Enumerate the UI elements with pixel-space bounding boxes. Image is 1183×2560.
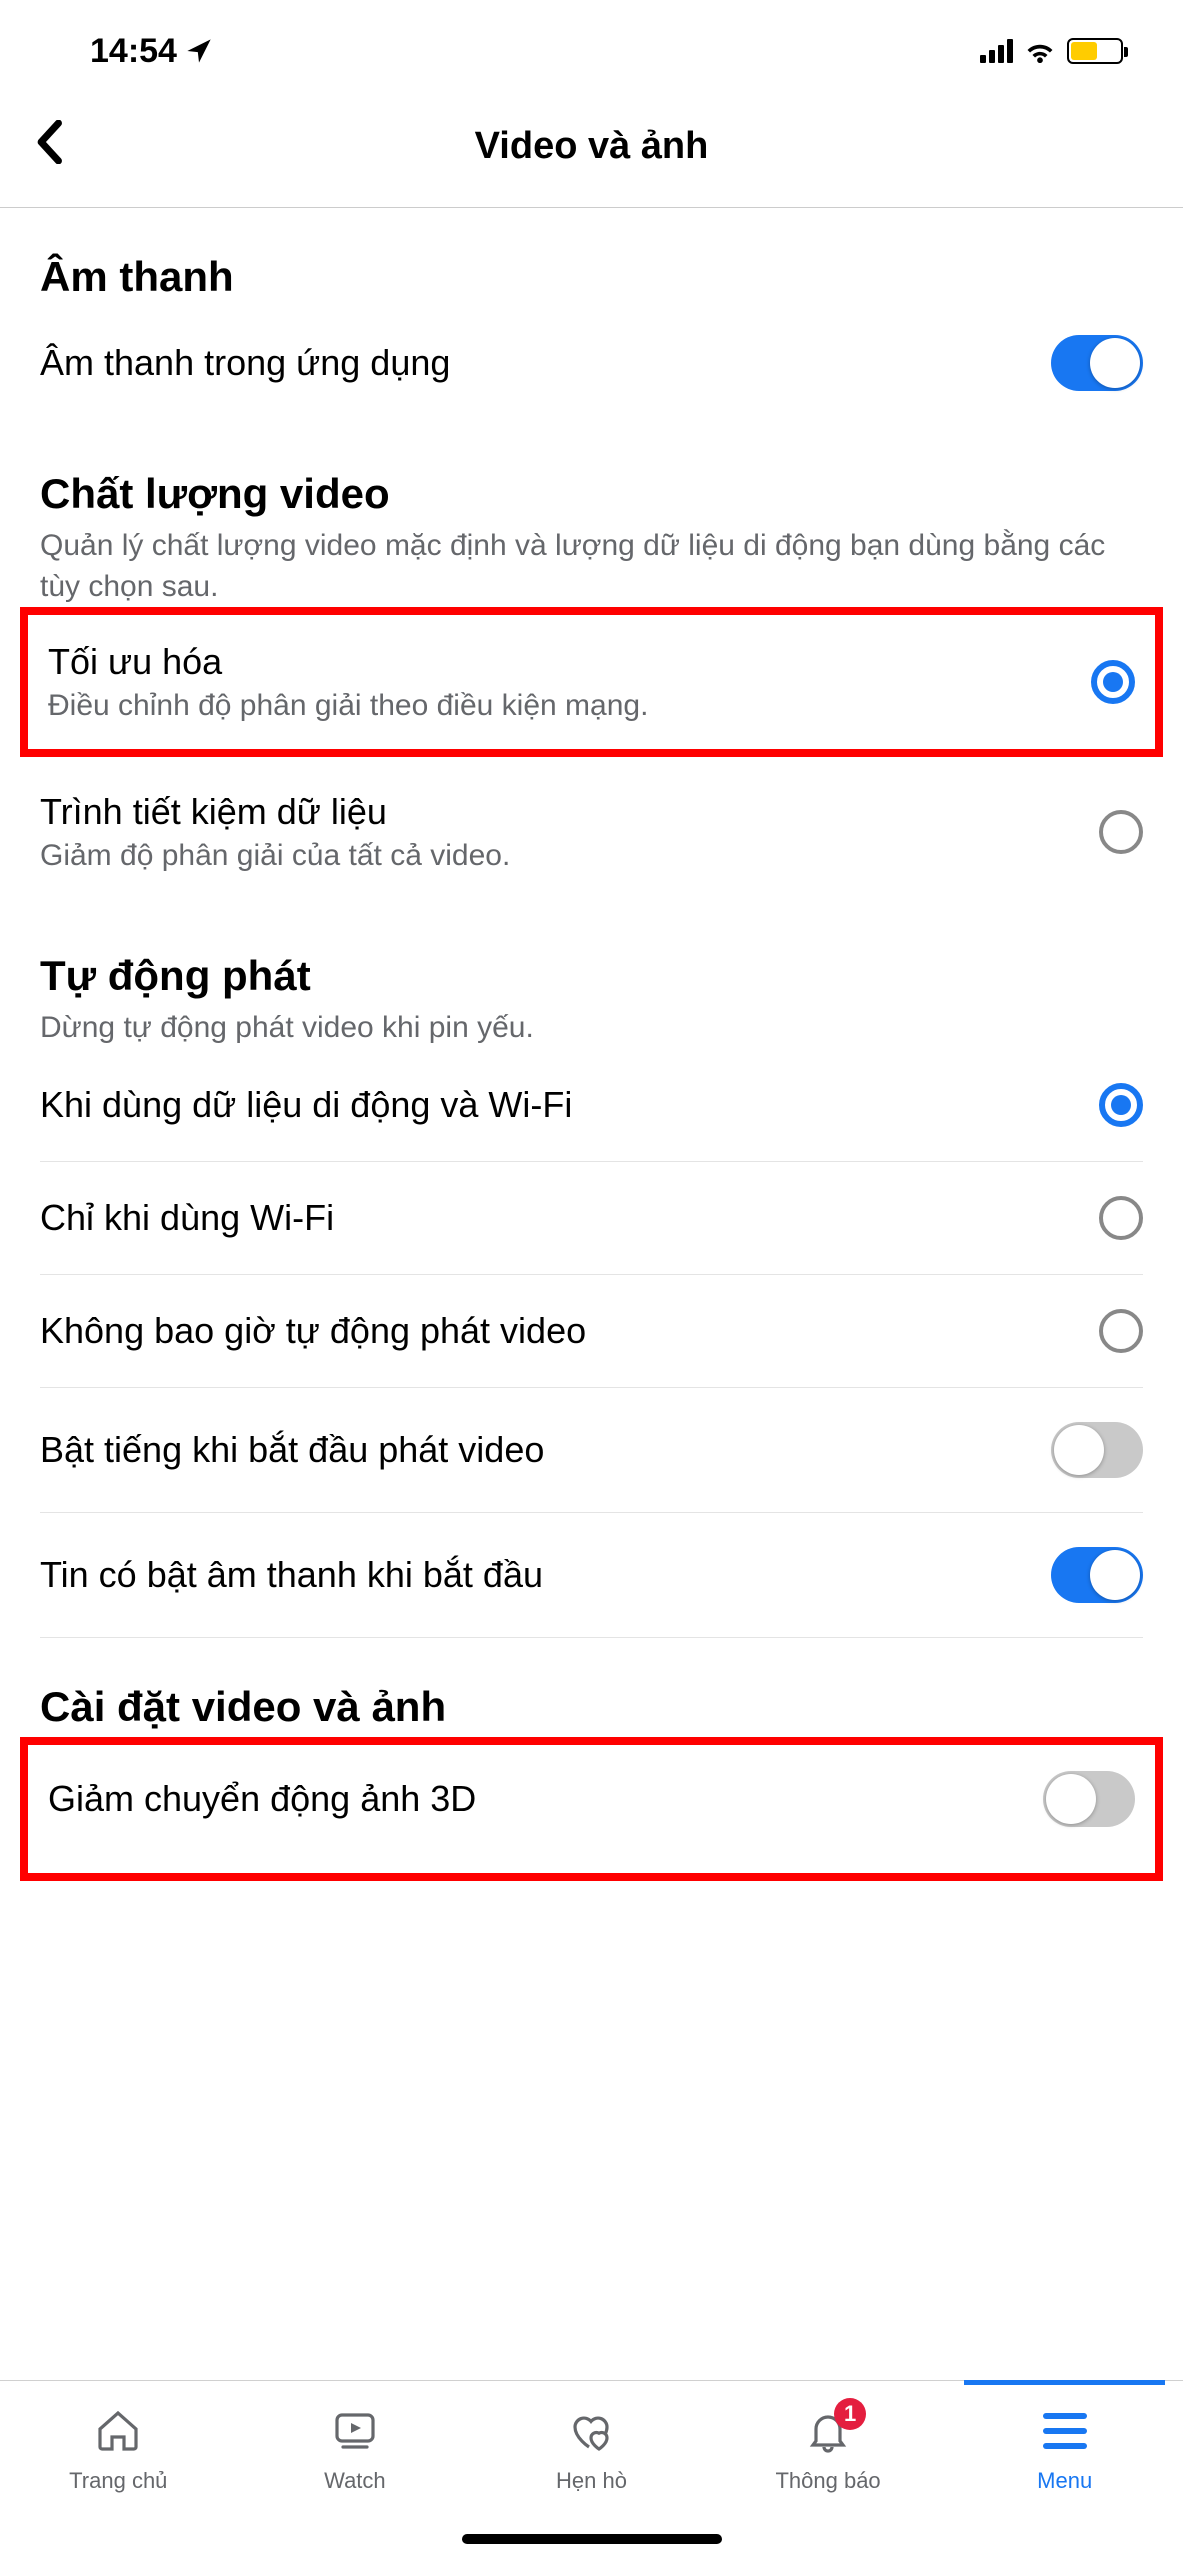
section-desc-quality: Quản lý chất lượng video mặc định và lượ… [40, 526, 1143, 607]
location-arrow-icon [185, 37, 213, 65]
section-title-sound: Âm thanh [40, 208, 1143, 301]
tab-label: Hẹn hò [556, 2468, 627, 2494]
dating-icon [567, 2406, 615, 2456]
highlight-optimize: Tối ưu hóa Điều chỉnh độ phân giải theo … [20, 607, 1163, 757]
tab-bar: Trang chủ Watch Hẹn hò 1 Thông báo Menu [0, 2380, 1183, 2560]
row-autoplay-mobile-wifi[interactable]: Khi dùng dữ liệu di động và Wi-Fi [40, 1049, 1143, 1162]
section-video-photo-settings: Cài đặt video và ảnh [0, 1638, 1183, 1731]
tab-label: Trang chủ [69, 2468, 167, 2494]
section-title-quality: Chất lượng video [40, 425, 1143, 518]
section-autoplay: Tự động phát Dừng tự động phát video khi… [0, 907, 1183, 1637]
battery-icon [1067, 38, 1123, 64]
notification-badge: 1 [834, 2398, 866, 2430]
section-title-settings: Cài đặt video và ảnh [40, 1638, 1143, 1731]
row-desc: Điều chỉnh độ phân giải theo điều kiện m… [48, 689, 1061, 723]
radio-optimize[interactable] [1091, 660, 1135, 704]
cellular-signal-icon [980, 39, 1013, 63]
radio-data-saver[interactable] [1099, 810, 1143, 854]
page-title: Video và ảnh [0, 125, 1183, 168]
radio-autoplay-wifi-only[interactable] [1099, 1196, 1143, 1240]
radio-autoplay-mobile-wifi[interactable] [1099, 1083, 1143, 1127]
status-bar: 14:54 [0, 0, 1183, 90]
row-label: Bật tiếng khi bắt đầu phát video [40, 1429, 1021, 1471]
section-desc-autoplay: Dừng tự động phát video khi pin yếu. [40, 1008, 1143, 1049]
back-button[interactable] [35, 120, 63, 172]
header: Video và ảnh [0, 90, 1183, 208]
section-title-autoplay: Tự động phát [40, 907, 1143, 1000]
status-right [980, 38, 1143, 64]
tab-notifications[interactable]: 1 Thông báo [710, 2381, 947, 2560]
toggle-stories-sound[interactable] [1051, 1547, 1143, 1603]
row-data-saver[interactable]: Trình tiết kiệm dữ liệu Giảm độ phân giả… [40, 757, 1143, 907]
row-label: Chỉ khi dùng Wi-Fi [40, 1197, 1069, 1239]
home-icon [94, 2406, 142, 2456]
watch-icon [331, 2406, 379, 2456]
highlight-reduce-3d: Giảm chuyển động ảnh 3D [20, 1737, 1163, 1881]
section-quality-rest: Trình tiết kiệm dữ liệu Giảm độ phân giả… [0, 757, 1183, 907]
row-optimize[interactable]: Tối ưu hóa Điều chỉnh độ phân giải theo … [48, 615, 1135, 749]
home-indicator[interactable] [462, 2534, 722, 2544]
status-left: 14:54 [90, 32, 213, 71]
section-video-quality: Chất lượng video Quản lý chất lượng vide… [0, 425, 1183, 607]
tab-label: Watch [324, 2468, 386, 2494]
tab-home[interactable]: Trang chủ [0, 2381, 237, 2560]
toggle-reduce-3d-motion[interactable] [1043, 1771, 1135, 1827]
row-label: Trình tiết kiệm dữ liệu [40, 791, 1069, 833]
tab-label: Menu [1037, 2468, 1092, 2494]
row-label: Không bao giờ tự động phát video [40, 1310, 1069, 1352]
row-sound-on-start[interactable]: Bật tiếng khi bắt đầu phát video [40, 1388, 1143, 1513]
toggle-app-sound[interactable] [1051, 335, 1143, 391]
row-app-sound[interactable]: Âm thanh trong ứng dụng [40, 301, 1143, 425]
row-label: Tin có bật âm thanh khi bắt đầu [40, 1554, 1021, 1596]
clock: 14:54 [90, 32, 177, 71]
row-desc: Giảm độ phân giải của tất cả video. [40, 839, 1069, 873]
row-label: Tối ưu hóa [48, 641, 1061, 683]
row-stories-sound[interactable]: Tin có bật âm thanh khi bắt đầu [40, 1513, 1143, 1637]
tab-menu[interactable]: Menu [946, 2381, 1183, 2560]
row-label: Giảm chuyển động ảnh 3D [48, 1778, 1013, 1820]
tab-watch[interactable]: Watch [237, 2381, 474, 2560]
tab-label: Thông báo [775, 2468, 880, 2494]
bell-icon: 1 [804, 2406, 852, 2456]
wifi-icon [1023, 38, 1057, 64]
radio-autoplay-never[interactable] [1099, 1309, 1143, 1353]
section-sound: Âm thanh Âm thanh trong ứng dụng [0, 208, 1183, 425]
row-autoplay-wifi-only[interactable]: Chỉ khi dùng Wi-Fi [40, 1162, 1143, 1275]
toggle-sound-on-start[interactable] [1051, 1422, 1143, 1478]
row-reduce-3d-motion[interactable]: Giảm chuyển động ảnh 3D [48, 1745, 1135, 1853]
row-autoplay-never[interactable]: Không bao giờ tự động phát video [40, 1275, 1143, 1388]
row-label: Âm thanh trong ứng dụng [40, 342, 1021, 384]
menu-icon [1043, 2406, 1087, 2456]
row-label: Khi dùng dữ liệu di động và Wi-Fi [40, 1084, 1069, 1126]
